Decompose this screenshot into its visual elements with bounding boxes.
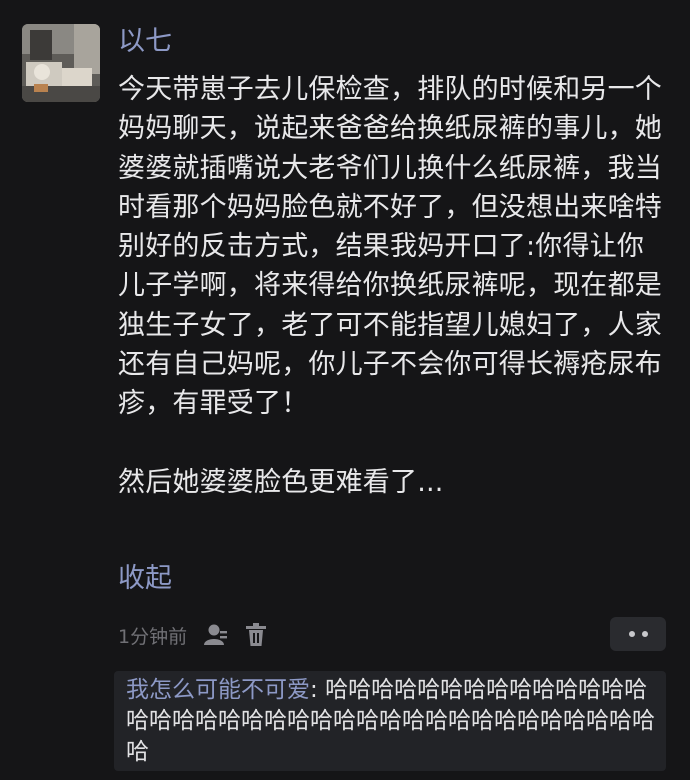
person-icon[interactable] bbox=[203, 623, 229, 647]
more-dots-icon bbox=[628, 631, 635, 637]
more-options-button[interactable] bbox=[610, 617, 666, 651]
comment-card: 以七 今天带崽子去儿保检查，排队的时候和另一个妈妈聊天，说起来爸爸给换纸尿裤的事… bbox=[0, 0, 690, 780]
timestamp: 1分钟前 bbox=[118, 625, 188, 648]
collapse-link[interactable]: 收起 bbox=[118, 561, 172, 597]
comment-meta: 1分钟前 bbox=[118, 620, 267, 650]
more-dot bbox=[641, 631, 648, 637]
avatar[interactable] bbox=[22, 24, 100, 102]
comment-text: 今天带崽子去儿保检查，排队的时候和另一个妈妈聊天，说起来爸爸给换纸尿裤的事儿，她… bbox=[118, 74, 662, 498]
reply-separator: : bbox=[310, 677, 326, 703]
reply-box[interactable]: 我怎么可能不可爱: 哈哈哈哈哈哈哈哈哈哈哈哈哈哈哈哈哈哈哈哈哈哈哈哈哈哈哈哈哈哈… bbox=[114, 671, 666, 771]
author-name[interactable]: 以七 bbox=[118, 24, 172, 60]
trash-icon[interactable] bbox=[245, 623, 267, 647]
avatar-image bbox=[22, 24, 100, 102]
reply-author[interactable]: 我怎么可能不可爱 bbox=[126, 677, 310, 703]
